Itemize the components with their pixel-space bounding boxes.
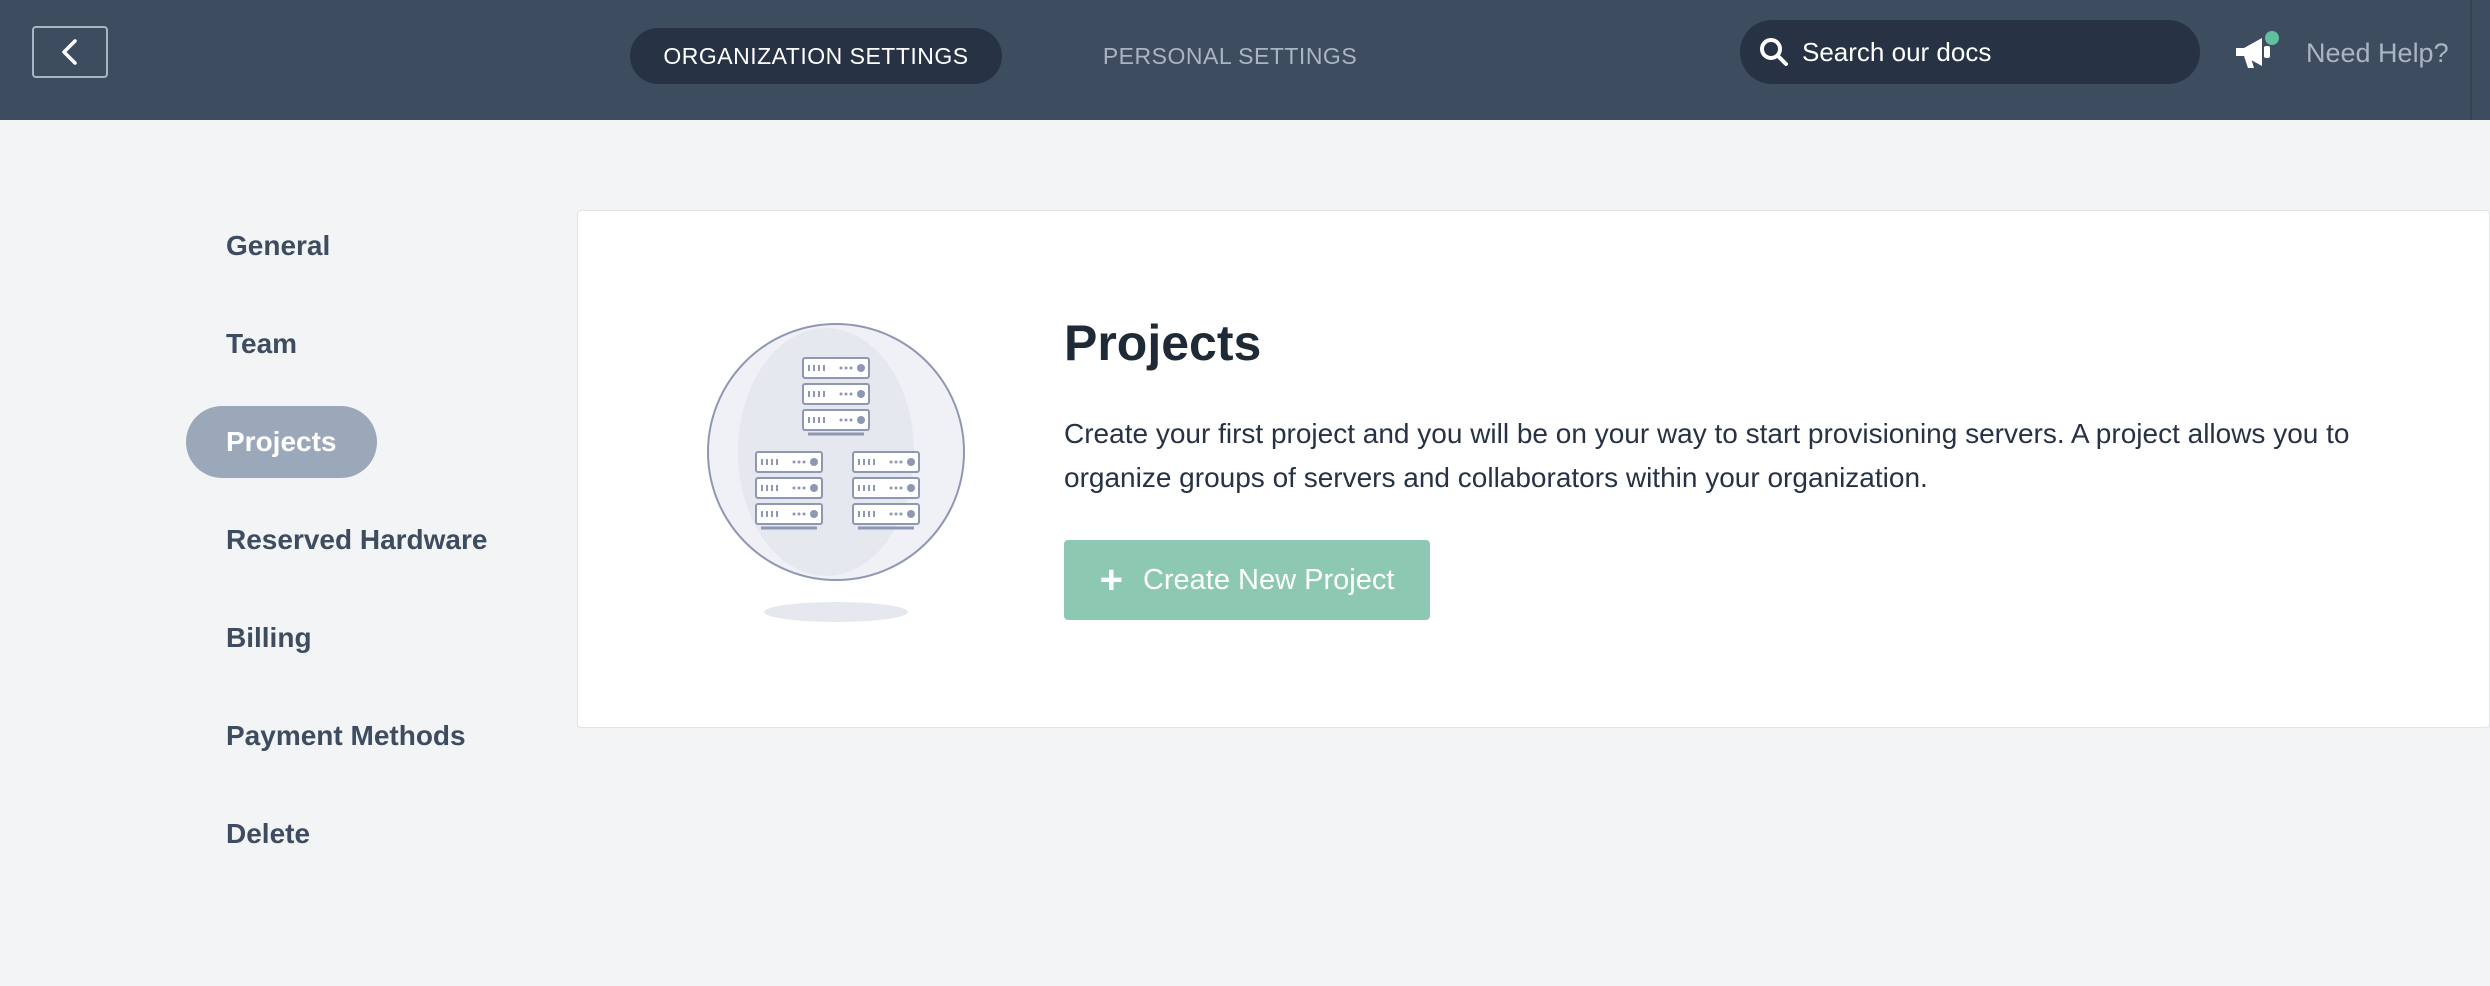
- topbar-divider: [2470, 0, 2472, 120]
- sidebar-item-team[interactable]: Team: [186, 308, 337, 380]
- projects-description: Create your first project and you will b…: [1064, 418, 2350, 493]
- megaphone-icon: [2236, 31, 2279, 68]
- search-input[interactable]: [1802, 36, 2182, 68]
- announcements-button[interactable]: [2232, 28, 2280, 76]
- notification-dot: [2265, 31, 2279, 45]
- sidebar-item-delete[interactable]: Delete: [186, 798, 350, 870]
- plus-icon: +: [1099, 558, 1123, 602]
- top-navigation-bar: ORGANIZATION SETTINGS PERSONAL SETTINGS …: [0, 0, 2490, 120]
- chevron-left-icon: [62, 39, 77, 65]
- search-icon: [1760, 38, 1788, 66]
- tab-personal-settings[interactable]: PERSONAL SETTINGS: [1080, 28, 1380, 84]
- create-new-project-label: Create New Project: [1142, 563, 1395, 596]
- sidebar-item-reserved-hardware[interactable]: Reserved Hardware: [186, 504, 527, 576]
- back-button[interactable]: [32, 26, 108, 78]
- need-help-link[interactable]: Need Help?: [2306, 38, 2449, 69]
- sidebar-item-payment-methods[interactable]: Payment Methods: [186, 700, 506, 772]
- sidebar-item-billing[interactable]: Billing: [186, 602, 352, 674]
- search-box[interactable]: [1740, 20, 2200, 84]
- tab-organization-settings[interactable]: ORGANIZATION SETTINGS: [630, 28, 1002, 84]
- sidebar-item-general[interactable]: General: [186, 210, 370, 282]
- page-title: Projects: [1064, 315, 1262, 371]
- create-new-project-button[interactable]: + Create New Project: [1064, 540, 1430, 620]
- server-racks-illustration: [707, 323, 965, 622]
- sidebar-item-projects[interactable]: Projects: [186, 406, 377, 478]
